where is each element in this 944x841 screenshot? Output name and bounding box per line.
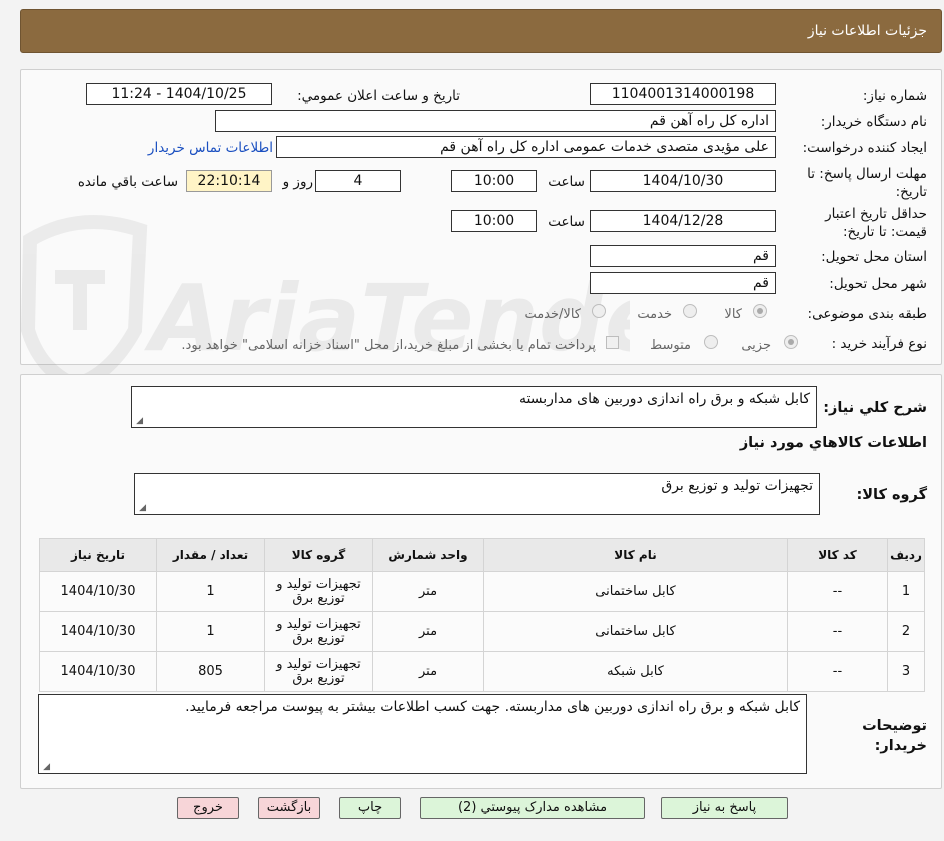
process-option-medium: متوسط (650, 338, 691, 353)
resize-grip-icon[interactable]: ◢ (134, 417, 143, 426)
category-option-service: خدمت (637, 307, 672, 322)
cell-row: 2 (887, 611, 925, 652)
table-row: 3 -- کابل شبکه متر تجهیزات تولید و توزیع… (39, 651, 925, 692)
items-table: ردیف کد کالا نام کالا واحد شمارش گروه کا… (39, 538, 925, 692)
cell-name: کابل ساختمانی (483, 611, 788, 652)
exit-button[interactable]: خروج (177, 797, 239, 819)
cell-qty: 1 (156, 611, 265, 652)
cell-row: 3 (887, 651, 925, 692)
cell-qty: 805 (156, 651, 265, 692)
view-attachments-button[interactable]: مشاهده مدارک پیوستي (2) (420, 797, 645, 819)
table-row: 1 -- کابل ساختمانی متر تجهیزات تولید و ت… (39, 571, 925, 612)
payment-note: پرداخت تمام یا بخشی از مبلغ خرید،از محل … (181, 338, 596, 353)
announce-label: تاریخ و ساعت اعلان عمومي: (297, 88, 460, 104)
validity-label: حداقل تاریخ اعتبار قیمت: تا تاریخ: (825, 206, 927, 240)
days-label: روز و (282, 174, 313, 190)
cell-unit: متر (372, 571, 484, 612)
buyer-notes-textarea[interactable]: کابل شبکه و برق راه اندازی دوربین های مد… (38, 694, 807, 774)
col-qty-header: تعداد / مقدار (156, 538, 265, 572)
validity-time-field[interactable]: 10:00 (451, 210, 537, 232)
col-group-header: گروه کالا (264, 538, 373, 572)
col-row-header: ردیف (887, 538, 925, 572)
need-number-label: شماره نیاز: (862, 88, 927, 104)
deadline-time-label: ساعت (548, 174, 585, 190)
remaining-time-label: ساعت باقي مانده (77, 174, 178, 190)
col-code-header: کد کالا (787, 538, 888, 572)
cell-date: 1404/10/30 (39, 651, 157, 692)
process-option-minor: جزیی (741, 338, 771, 353)
remaining-time-field: 22:10:14 (186, 170, 272, 192)
buyer-notes-label: توضیحات خریدار: (862, 718, 927, 754)
summary-textarea[interactable]: کابل شبکه و برق راه اندازی دوربین های مد… (131, 386, 817, 428)
cell-unit: متر (372, 651, 484, 692)
col-unit-header: واحد شمارش (372, 538, 484, 572)
buyer-org-field[interactable]: اداره کل راه آهن قم (215, 110, 776, 132)
reply-button[interactable]: پاسخ به نیاز (661, 797, 788, 819)
buyer-notes-text: کابل شبکه و برق راه اندازی دوربین های مد… (185, 699, 800, 715)
cell-name: کابل ساختمانی (483, 571, 788, 612)
goods-group-label: گروه کالا: (856, 487, 927, 503)
table-header-row: ردیف کد کالا نام کالا واحد شمارش گروه کا… (39, 538, 925, 572)
contact-buyer-link[interactable]: اطلاعات تماس خریدار (148, 140, 273, 156)
process-radio-minor[interactable] (784, 335, 798, 349)
city-label: شهر محل تحویل: (829, 276, 927, 292)
cell-group: تجهیزات تولید و توزیع برق (264, 651, 373, 692)
cell-code: -- (787, 651, 888, 692)
goods-group-textarea[interactable]: تجهیزات تولید و توزیع برق ◢ (134, 473, 820, 515)
summary-label: شرح کلي نياز: (823, 400, 927, 416)
province-field[interactable]: قم (590, 245, 776, 267)
cell-name: کابل شبکه (483, 651, 788, 692)
deadline-time-field[interactable]: 10:00 (451, 170, 537, 192)
cell-unit: متر (372, 611, 484, 652)
validity-time-label: ساعت (548, 214, 585, 230)
cell-code: -- (787, 571, 888, 612)
back-button[interactable]: بازگشت (258, 797, 320, 819)
category-radio-service[interactable] (683, 304, 697, 318)
resize-grip-icon[interactable]: ◢ (137, 504, 146, 513)
buyer-org-label: نام دستگاه خریدار: (820, 114, 927, 130)
page-title: جزئیات اطلاعات نیاز (807, 23, 927, 39)
resize-grip-icon[interactable]: ◢ (41, 763, 50, 772)
category-radio-goods[interactable] (753, 304, 767, 318)
category-option-goods-service: کالا/خدمت (524, 307, 581, 322)
validity-date-field[interactable]: 1404/12/28 (590, 210, 776, 232)
requester-field[interactable]: علی مؤیدی متصدی خدمات عمومی اداره کل راه… (276, 136, 776, 158)
requester-label: ایجاد کننده درخواست: (802, 140, 927, 156)
process-radio-medium[interactable] (704, 335, 718, 349)
deadline-date-field[interactable]: 1404/10/30 (590, 170, 776, 192)
province-label: استان محل تحویل: (821, 249, 927, 265)
announce-field[interactable]: 1404/10/25 - 11:24 (86, 83, 272, 105)
need-number-field[interactable]: 1104001314000198 (590, 83, 776, 105)
goods-group-text: تجهیزات تولید و توزیع برق (661, 478, 813, 494)
summary-text: کابل شبکه و برق راه اندازی دوربین های مد… (519, 391, 810, 407)
print-button[interactable]: چاپ (339, 797, 401, 819)
treasury-checkbox[interactable] (606, 336, 619, 349)
cell-group: تجهیزات تولید و توزیع برق (264, 611, 373, 652)
days-remaining-field[interactable]: 4 (315, 170, 401, 192)
page-header: جزئیات اطلاعات نیاز (20, 9, 942, 53)
category-radio-goods-service[interactable] (592, 304, 606, 318)
process-label: نوع فرآیند خرید : (831, 336, 927, 352)
category-option-goods: کالا (724, 307, 742, 322)
cell-qty: 1 (156, 571, 265, 612)
goods-info-title: اطلاعات کالاهاي مورد نياز (739, 435, 927, 451)
cell-date: 1404/10/30 (39, 571, 157, 612)
deadline-label: مهلت ارسال پاسخ: تا تاریخ: (807, 166, 927, 200)
table-row: 2 -- کابل ساختمانی متر تجهیزات تولید و ت… (39, 611, 925, 652)
cell-group: تجهیزات تولید و توزیع برق (264, 571, 373, 612)
cell-date: 1404/10/30 (39, 611, 157, 652)
cell-code: -- (787, 611, 888, 652)
category-label: طبقه بندی موضوعی: (807, 306, 927, 322)
city-field[interactable]: قم (590, 272, 776, 294)
cell-row: 1 (887, 571, 925, 612)
col-name-header: نام کالا (483, 538, 788, 572)
col-date-header: تاریخ نیاز (39, 538, 157, 572)
